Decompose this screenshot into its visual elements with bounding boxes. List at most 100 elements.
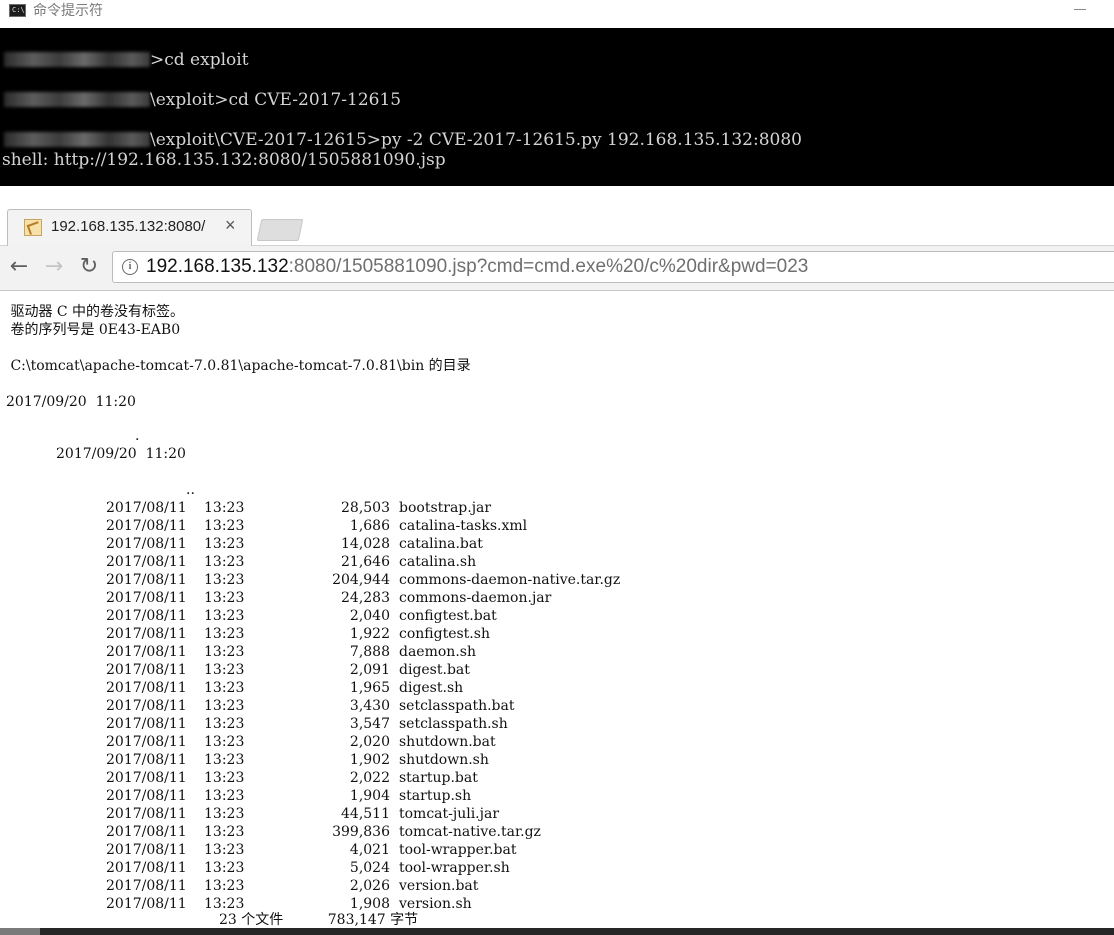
file-name: commons-daemon.jar [399, 590, 552, 606]
entry-marker-dot: . [135, 428, 140, 444]
cmd-line-3: \exploit\CVE-2017-12615>py -2 CVE-2017-1… [150, 130, 802, 150]
tab-close-icon[interactable]: × [225, 215, 236, 236]
address-bar[interactable]: i 192.168.135.132:8080/1505881090.jsp?cm… [112, 251, 1114, 283]
file-name: catalina.sh [399, 554, 477, 570]
reload-icon[interactable]: ↻ [78, 256, 100, 278]
file-date: 2017/08/11 [106, 770, 187, 786]
redacted-path-3 [4, 132, 150, 147]
cmd-line-1: >cd exploit [150, 50, 249, 70]
file-date: 2017/08/11 [106, 860, 187, 876]
minimize-button[interactable] [1074, 9, 1086, 10]
file-time: 13:23 [204, 806, 245, 822]
file-size: 1,686 [349, 518, 390, 534]
file-time: 13:23 [204, 752, 245, 768]
tomcat-favicon-icon [24, 219, 42, 236]
file-name: catalina.bat [399, 536, 483, 552]
file-date: 2017/08/11 [106, 896, 187, 912]
file-time: 13:23 [204, 608, 245, 624]
cmd-titlebar: C:\. 命令提示符 [0, 0, 1114, 28]
file-name: tomcat-juli.jar [399, 806, 500, 822]
directory-line: C:\tomcat\apache-tomcat-7.0.81\apache-to… [6, 358, 471, 374]
file-name: digest.sh [399, 680, 464, 696]
file-time: 13:23 [204, 500, 245, 516]
file-name: startup.sh [399, 788, 472, 804]
file-time: 13:23 [204, 536, 245, 552]
file-time: 13:23 [204, 860, 245, 876]
horizontal-scrollbar[interactable] [0, 928, 1114, 935]
file-time: 13:23 [204, 590, 245, 606]
file-date: 2017/08/11 [106, 554, 187, 570]
file-time: 13:23 [204, 734, 245, 750]
file-time: 13:23 [204, 644, 245, 660]
file-size: 1,922 [349, 626, 390, 642]
page-content: 驱动器 C 中的卷没有标签。 卷的序列号是 0E43-EAB0 C:\tomca… [0, 291, 1114, 935]
file-date: 2017/08/11 [106, 572, 187, 588]
file-date: 2017/08/11 [106, 842, 187, 858]
file-size: 2,020 [349, 734, 390, 750]
info-icon[interactable]: i [122, 259, 138, 275]
file-name: startup.bat [399, 770, 478, 786]
file-date: 2017/08/11 [106, 788, 187, 804]
redacted-path-1 [4, 52, 150, 67]
file-size: 4,021 [349, 842, 390, 858]
file-size: 1,902 [349, 752, 390, 768]
url-host: 192.168.135.132 [146, 256, 289, 277]
file-size: 5,024 [349, 860, 390, 876]
file-name: tool-wrapper.sh [399, 860, 510, 876]
file-time: 13:23 [204, 662, 245, 678]
url-text[interactable]: 192.168.135.132:8080/1505881090.jsp?cmd=… [146, 256, 808, 278]
file-name: tomcat-native.tar.gz [399, 824, 541, 840]
file-time: 13:23 [204, 824, 245, 840]
file-date: 2017/08/11 [106, 626, 187, 642]
file-name: catalina-tasks.xml [399, 518, 528, 534]
file-date: 2017/08/11 [106, 716, 187, 732]
file-date: 2017/08/11 [106, 878, 187, 894]
new-tab-button[interactable] [256, 219, 304, 241]
browser-tab[interactable]: 192.168.135.132:8080/ × [7, 209, 252, 246]
browser-toolbar: ← → ↻ i 192.168.135.132:8080/1505881090.… [0, 246, 1114, 291]
file-size: 3,430 [349, 698, 390, 714]
file-date: 2017/08/11 [106, 806, 187, 822]
file-date: 2017/08/11 [106, 662, 187, 678]
file-size: 1,965 [349, 680, 390, 696]
file-date: 2017/08/11 [106, 752, 187, 768]
file-size: 7,888 [349, 644, 390, 660]
scrollbar-thumb[interactable] [0, 928, 40, 935]
file-date: 2017/08/11 [106, 518, 187, 534]
file-date: 2017/08/11 [106, 536, 187, 552]
file-date: 2017/08/11 [106, 680, 187, 696]
file-size: 399,836 [332, 824, 390, 840]
file-size: 204,944 [332, 572, 390, 588]
file-size: 2,022 [349, 770, 390, 786]
file-name: configtest.bat [399, 608, 497, 624]
back-arrow-icon[interactable]: ← [8, 256, 30, 278]
file-date: 2017/08/11 [106, 500, 187, 516]
browser-tabstrip: 192.168.135.132:8080/ × [0, 193, 1114, 246]
file-time: 13:23 [204, 698, 245, 714]
serial-number-line: 卷的序列号是 0E43-EAB0 [6, 322, 181, 338]
file-name: digest.bat [399, 662, 470, 678]
file-name: configtest.sh [399, 626, 490, 642]
file-time: 13:23 [204, 680, 245, 696]
file-time: 13:23 [204, 626, 245, 642]
file-name: setclasspath.sh [399, 716, 508, 732]
cmd-console[interactable]: >cd exploit \exploit>cd CVE-2017-12615 \… [0, 28, 1114, 186]
entry-marker-dotdot: .. [186, 482, 195, 498]
file-time: 13:23 [204, 554, 245, 570]
cmd-line-4: shell: http://192.168.135.132:8080/15058… [2, 150, 446, 170]
file-time: 13:23 [204, 788, 245, 804]
file-size: 3,547 [349, 716, 390, 732]
file-date: 2017/08/11 [106, 698, 187, 714]
file-date: 2017/08/11 [106, 824, 187, 840]
forward-arrow-icon[interactable]: → [43, 256, 65, 278]
file-size: 21,646 [341, 554, 390, 570]
file-size: 14,028 [341, 536, 390, 552]
cmd-app-icon-text: C:\. [12, 6, 29, 14]
url-path: :8080/1505881090.jsp?cmd=cmd.exe%20/c%20… [288, 256, 809, 277]
cmd-app-icon: C:\. [9, 4, 29, 17]
file-size: 1,904 [349, 788, 390, 804]
file-time: 13:23 [204, 878, 245, 894]
file-date: 2017/08/11 [106, 734, 187, 750]
file-date: 2017/08/11 [106, 644, 187, 660]
entry-datetime-2: 2017/09/20 11:20 [56, 446, 186, 462]
